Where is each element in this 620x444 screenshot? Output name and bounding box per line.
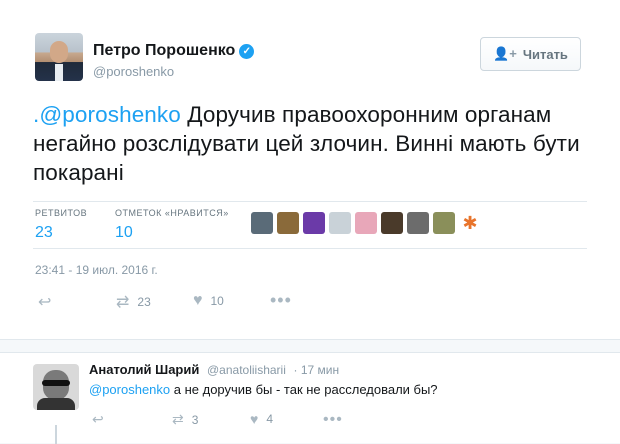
- likers-avatars: ✱: [251, 212, 481, 234]
- reply-author-handle[interactable]: @anatoliisharii: [207, 363, 286, 377]
- liker-4-avatar[interactable]: [329, 212, 351, 234]
- add-user-icon: 👤+: [493, 46, 517, 61]
- reply-avatar-glasses: [42, 380, 70, 386]
- reply-more-action[interactable]: •••: [323, 411, 343, 429]
- reply-author-name[interactable]: Анатолий Шарий: [89, 362, 199, 377]
- retweet-icon: ⇄: [172, 411, 184, 427]
- reply-body: а не доручив бы - так не расследовали бы…: [170, 382, 438, 397]
- reply-retweet-action[interactable]: ⇄ 3: [172, 411, 198, 428]
- retweets-count: 23: [35, 224, 53, 241]
- likes-stat[interactable]: ОТМЕТОК «НРАВИТСЯ» 10: [115, 208, 229, 242]
- author-avatar[interactable]: [35, 33, 83, 81]
- tweet-text: .@poroshenko Доручив правоохоронним орга…: [33, 100, 593, 187]
- follow-button-label: Читать: [522, 46, 568, 62]
- more-dots-icon: •••: [323, 411, 343, 428]
- liker-8-avatar[interactable]: [433, 212, 455, 234]
- reply-icon: ↩: [92, 411, 104, 427]
- reply-avatar-body: [37, 398, 75, 410]
- likes-label: ОТМЕТОК «НРАВИТСЯ»: [115, 208, 229, 218]
- author-name[interactable]: Петро Порошенко ✓: [93, 42, 255, 60]
- reply-mention-link[interactable]: @poroshenko: [89, 382, 170, 397]
- reply-action[interactable]: ↩: [38, 292, 51, 312]
- avatar-face: [50, 41, 68, 63]
- liker-5-avatar[interactable]: [355, 212, 377, 234]
- reply-tweet: Анатолий Шарий @anatoliisharii · 17 мин …: [0, 352, 620, 444]
- likes-count: 10: [115, 224, 133, 241]
- tweet-mention-link[interactable]: .@poroshenko: [33, 102, 181, 127]
- retweets-label: РЕТВИТОВ: [35, 208, 88, 218]
- heart-icon: ♥: [250, 411, 259, 427]
- retweet-action[interactable]: ⇄ 23: [116, 292, 151, 312]
- main-tweet: Петро Порошенко ✓ @poroshenko 👤+ Читать .…: [0, 0, 620, 340]
- follow-button[interactable]: 👤+ Читать: [480, 37, 581, 71]
- reply-text: @poroshenko а не доручив бы - так не рас…: [89, 382, 438, 397]
- author-name-text[interactable]: Петро Порошенко: [93, 42, 235, 59]
- reply-reply-action[interactable]: ↩: [92, 411, 104, 428]
- heart-icon: ♥: [193, 292, 203, 309]
- like-action[interactable]: ♥ 10: [193, 292, 224, 310]
- retweet-action-count: 23: [137, 295, 151, 309]
- tweet-timestamp[interactable]: 23:41 - 19 июл. 2016 г.: [35, 263, 158, 277]
- retweet-icon: ⇄: [116, 294, 130, 311]
- liker-7-avatar[interactable]: [407, 212, 429, 234]
- like-action-count: 10: [210, 294, 224, 308]
- retweets-stat[interactable]: РЕТВИТОВ 23: [35, 208, 87, 242]
- liker-2-avatar[interactable]: [277, 212, 299, 234]
- more-action[interactable]: •••: [270, 290, 292, 311]
- liker-6-avatar[interactable]: [381, 212, 403, 234]
- verified-badge-icon: ✓: [239, 44, 255, 59]
- reply-like-action[interactable]: ♥ 4: [250, 411, 273, 427]
- divider-top: [33, 201, 587, 202]
- thread-line: [55, 425, 57, 444]
- more-dots-icon: •••: [270, 290, 292, 310]
- reply-retweet-count: 3: [191, 412, 199, 427]
- avatar-shirt: [55, 64, 63, 81]
- reply-author[interactable]: Анатолий Шарий @anatoliisharii · 17 мин: [89, 362, 339, 377]
- author-handle[interactable]: @poroshenko: [93, 64, 174, 79]
- liker-3-avatar[interactable]: [303, 212, 325, 234]
- divider-bottom: [33, 248, 587, 249]
- reply-like-count: 4: [266, 412, 273, 426]
- reply-age[interactable]: · 17 мин: [294, 363, 340, 377]
- reply-icon: ↩: [38, 294, 52, 311]
- liker-9-avatar[interactable]: ✱: [459, 212, 481, 234]
- liker-1-avatar[interactable]: [251, 212, 273, 234]
- reply-author-avatar[interactable]: [33, 364, 79, 410]
